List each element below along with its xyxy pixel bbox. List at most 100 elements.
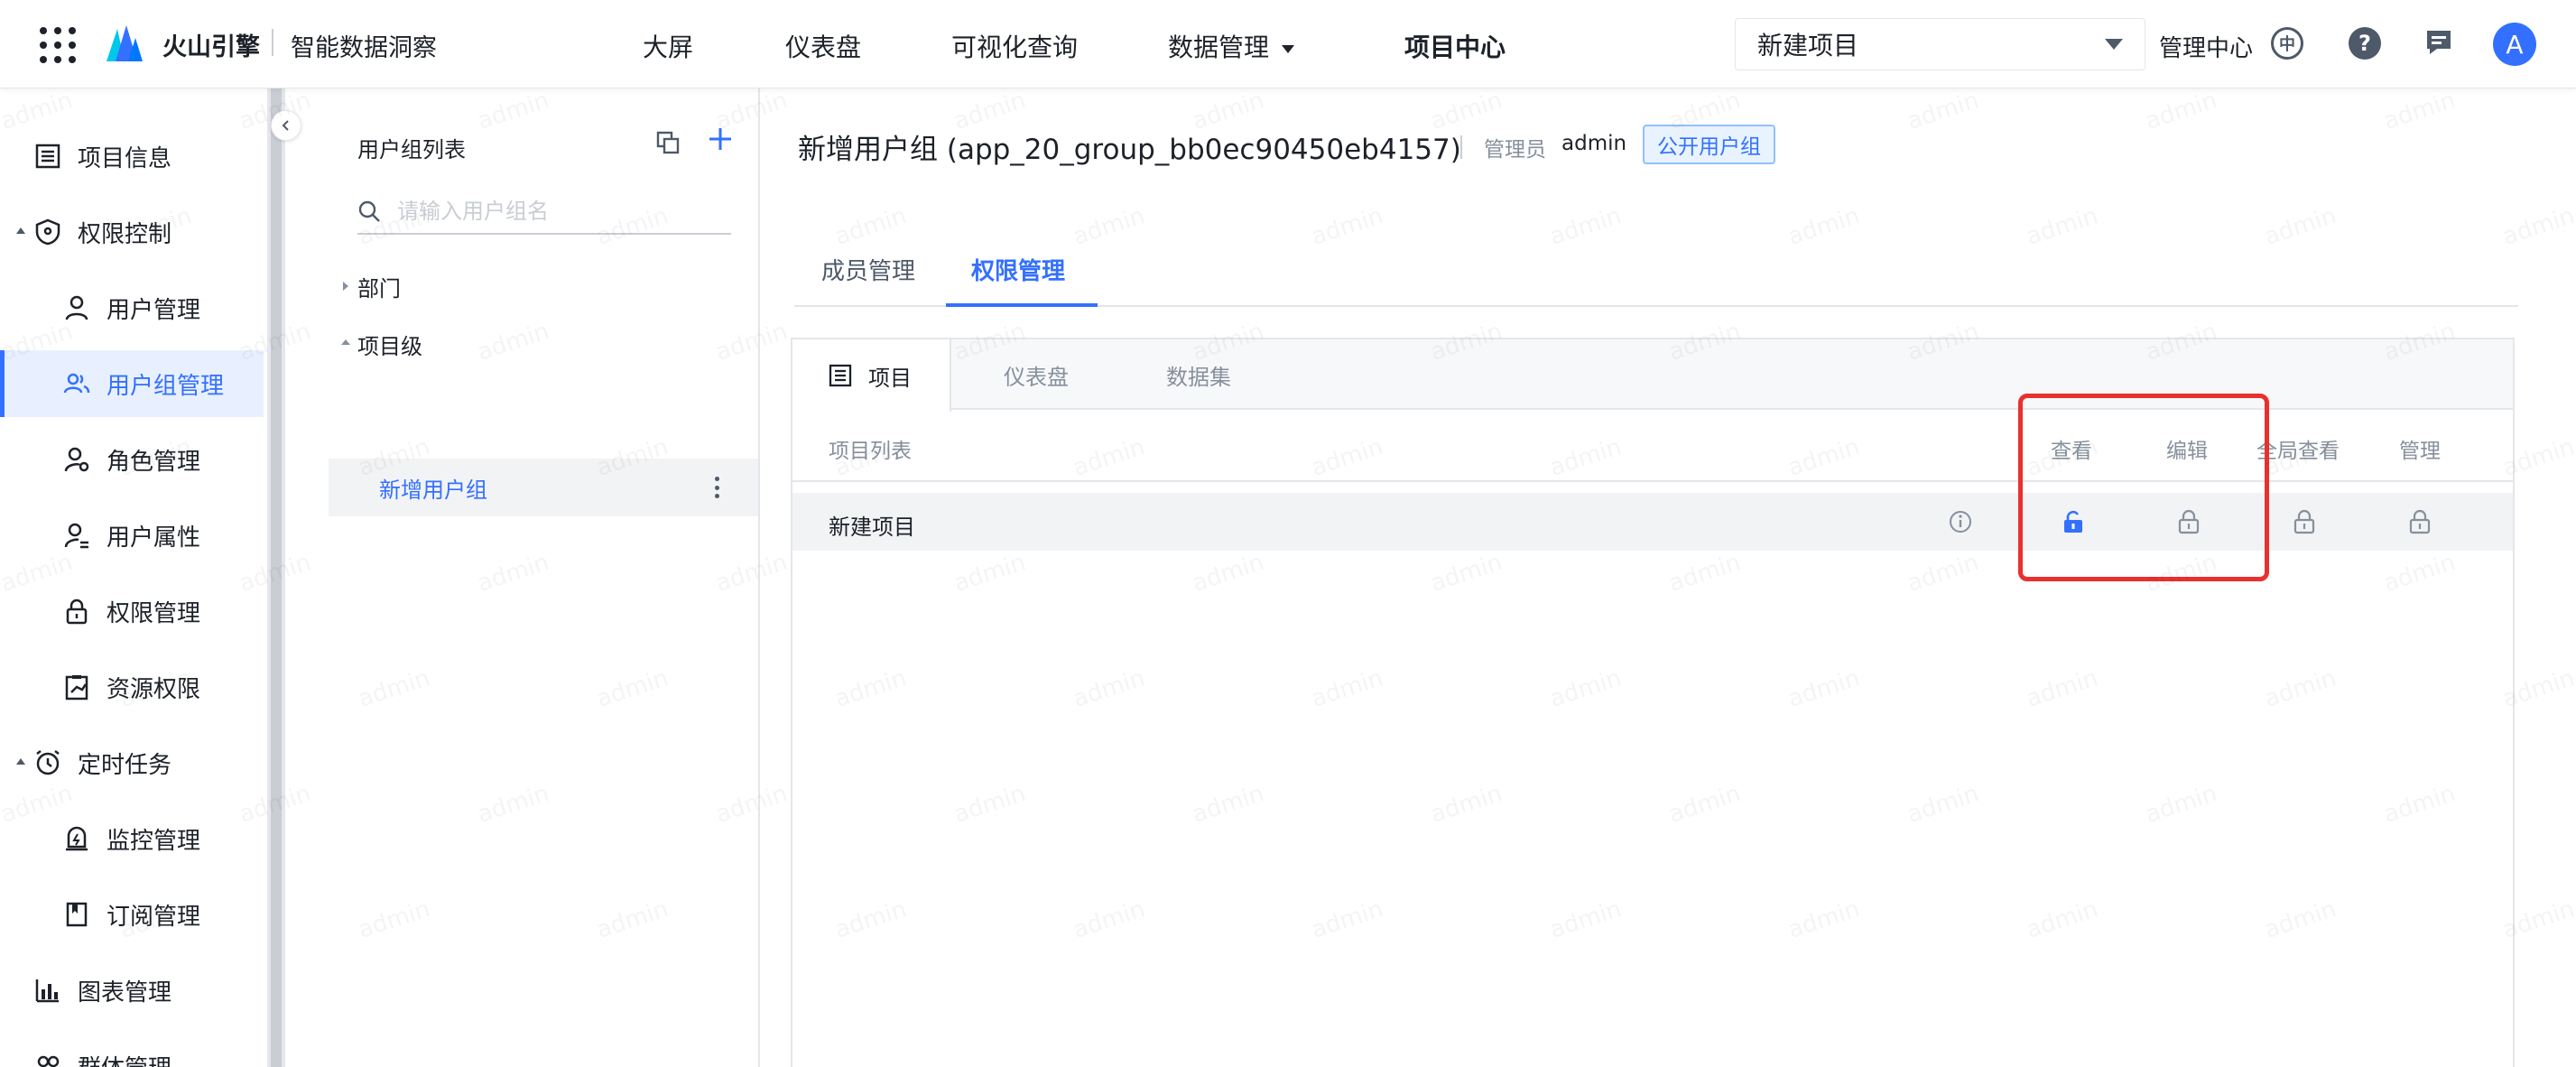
column-header-global-view: 全局查看 — [2256, 440, 2340, 463]
list-icon — [35, 144, 60, 169]
sidebar-item-chart-management[interactable]: 图表管理 — [0, 957, 264, 1024]
admin-center-link[interactable]: 管理中心 — [2159, 30, 2253, 63]
sidebar-group-permission-control[interactable]: 权限控制 — [0, 199, 264, 265]
sidebar-item-role-management[interactable]: 角色管理 — [0, 426, 264, 493]
more-vertical-icon[interactable] — [715, 477, 720, 498]
sidebar-item-group-management[interactable]: 群体管理 — [0, 1033, 264, 1067]
sidebar-item-label: 权限管理 — [107, 599, 201, 627]
nav-visual-query[interactable]: 可视化查询 — [951, 28, 1078, 64]
nav-project-center[interactable]: 项目中心 — [1404, 28, 1506, 64]
lock-icon[interactable] — [2293, 509, 2316, 534]
alarm-icon — [36, 750, 60, 775]
sidebar-item-resource-permission[interactable]: 资源权限 — [0, 654, 264, 720]
sidebar-item-user-group-management[interactable]: 用户组管理 — [0, 350, 264, 417]
row-project-name: 新建项目 — [829, 515, 915, 540]
nav-data-management[interactable]: 数据管理 — [1168, 28, 1295, 64]
sidebar-item-label: 用户管理 — [107, 296, 201, 324]
help-icon[interactable]: ? — [2349, 27, 2381, 60]
sidebar-group-scheduled-tasks[interactable]: 定时任务 — [0, 729, 264, 796]
resource-tab-dataset[interactable]: 数据集 — [1166, 339, 1231, 410]
sidebar-item-label: 定时任务 — [78, 751, 172, 779]
sidebar-item-user-attributes[interactable]: 用户属性 — [0, 502, 264, 569]
sidebar-item-label: 用户属性 — [107, 524, 201, 552]
users-icon — [63, 373, 90, 394]
group-list-title: 用户组列表 — [357, 137, 466, 162]
chevron-down-icon — [2105, 39, 2123, 50]
project-select-value: 新建项目 — [1757, 31, 1859, 60]
bookmark-icon — [66, 902, 88, 927]
chevron-down-icon — [1282, 44, 1295, 53]
chevron-left-icon — [282, 120, 289, 131]
sidebar-item-subscription-management[interactable]: 订阅管理 — [0, 881, 264, 948]
caret-up-icon[interactable] — [341, 339, 350, 345]
brand-divider — [272, 29, 273, 56]
nav-dashboard-screen[interactable]: 大屏 — [643, 28, 693, 64]
title-divider — [1460, 135, 1462, 159]
lock-icon[interactable] — [2177, 509, 2201, 534]
caret-right-icon[interactable] — [343, 282, 348, 291]
resource-tabs: 项目 仪表盘 数据集 — [792, 339, 2513, 412]
sidebar-item-permission-management[interactable]: 权限管理 — [0, 578, 264, 645]
monitor-icon — [66, 826, 88, 851]
column-header-edit: 编辑 — [2166, 440, 2208, 463]
tree-node-department[interactable]: 部门 — [357, 271, 401, 302]
add-group-icon[interactable] — [708, 126, 733, 152]
caret-up-icon — [16, 227, 25, 234]
project-select[interactable]: 新建项目 — [1735, 18, 2145, 70]
tab-permission-management[interactable]: 权限管理 — [971, 253, 1065, 286]
column-header-project-list: 项目列表 — [829, 440, 912, 463]
top-bar: 火山引擎 智能数据洞察 大屏 仪表盘 可视化查询 数据管理 项目中心 新建项目 … — [0, 0, 2576, 88]
resource-tab-dashboard[interactable]: 仪表盘 — [1004, 339, 1069, 410]
sidebar-item-label: 监控管理 — [107, 827, 201, 855]
project-list-icon — [829, 364, 852, 387]
active-tab-indicator — [946, 303, 1098, 307]
resource-tab-project[interactable]: 项目 — [792, 339, 951, 412]
sidebar-item-label: 用户组管理 — [107, 372, 225, 400]
page-title: 新增用户组 (app_20_group_bb0ec90450eb4157) — [798, 134, 1461, 166]
sidebar-scroll-thumb[interactable] — [271, 88, 282, 1067]
public-group-badge: 公开用户组 — [1643, 125, 1775, 164]
unlock-icon[interactable] — [2062, 509, 2085, 534]
tree-leaf-label: 新增用户组 — [379, 477, 487, 503]
volcano-logo-icon — [107, 25, 143, 61]
user-group-panel: 用户组列表 部门 项目级 新增用户组 — [329, 88, 760, 1067]
table-row: 新建项目 — [792, 493, 2513, 551]
bar-chart-icon — [35, 979, 59, 1003]
group-icon — [37, 1055, 60, 1067]
group-search — [357, 190, 731, 235]
table-header: 项目列表 查看 编辑 全局查看 管理 — [792, 410, 2513, 482]
main-content: 新增用户组 (app_20_group_bb0ec90450eb4157) 管理… — [762, 88, 2576, 1067]
message-icon[interactable] — [2424, 29, 2453, 56]
permission-card: 项目 仪表盘 数据集 项目列表 查看 编辑 全局查看 管理 新建项目 — [791, 338, 2515, 1067]
sidebar-item-monitor-management[interactable]: 监控管理 — [0, 805, 264, 872]
collapse-sidebar-button[interactable] — [271, 110, 301, 141]
owner-label: 管理员 — [1484, 138, 1546, 162]
search-icon — [358, 200, 380, 222]
language-icon[interactable]: 中 — [2271, 27, 2303, 60]
product-name: 智能数据洞察 — [291, 34, 437, 62]
brand-name: 火山引擎 — [162, 33, 260, 61]
sidebar-item-label: 群体管理 — [78, 1050, 171, 1067]
column-header-view: 查看 — [2051, 440, 2092, 463]
group-search-input[interactable] — [397, 199, 722, 224]
info-icon[interactable] — [1948, 509, 1973, 534]
copy-icon[interactable] — [655, 130, 681, 155]
sidebar-item-label: 角色管理 — [107, 448, 201, 476]
lock-icon — [66, 598, 88, 625]
tab-member-management[interactable]: 成员管理 — [821, 253, 915, 286]
tree-leaf-selected-group[interactable]: 新增用户组 — [329, 459, 758, 516]
shield-icon — [35, 218, 60, 246]
sidebar-item-project-info[interactable]: 项目信息 — [0, 123, 264, 190]
role-icon — [64, 447, 89, 472]
nav-dashboard[interactable]: 仪表盘 — [785, 28, 861, 64]
lock-icon[interactable] — [2408, 509, 2432, 534]
app-grid-icon[interactable] — [40, 27, 76, 63]
sidebar-item-user-management[interactable]: 用户管理 — [0, 274, 264, 341]
sidebar-item-label: 项目信息 — [78, 144, 172, 172]
resource-tab-label: 项目 — [868, 365, 912, 391]
sidebar-item-label: 订阅管理 — [107, 903, 201, 931]
user-avatar[interactable]: A — [2493, 23, 2536, 66]
tree-node-project-level[interactable]: 项目级 — [357, 329, 422, 360]
resource-icon — [65, 675, 88, 701]
user-attr-icon — [64, 523, 88, 549]
